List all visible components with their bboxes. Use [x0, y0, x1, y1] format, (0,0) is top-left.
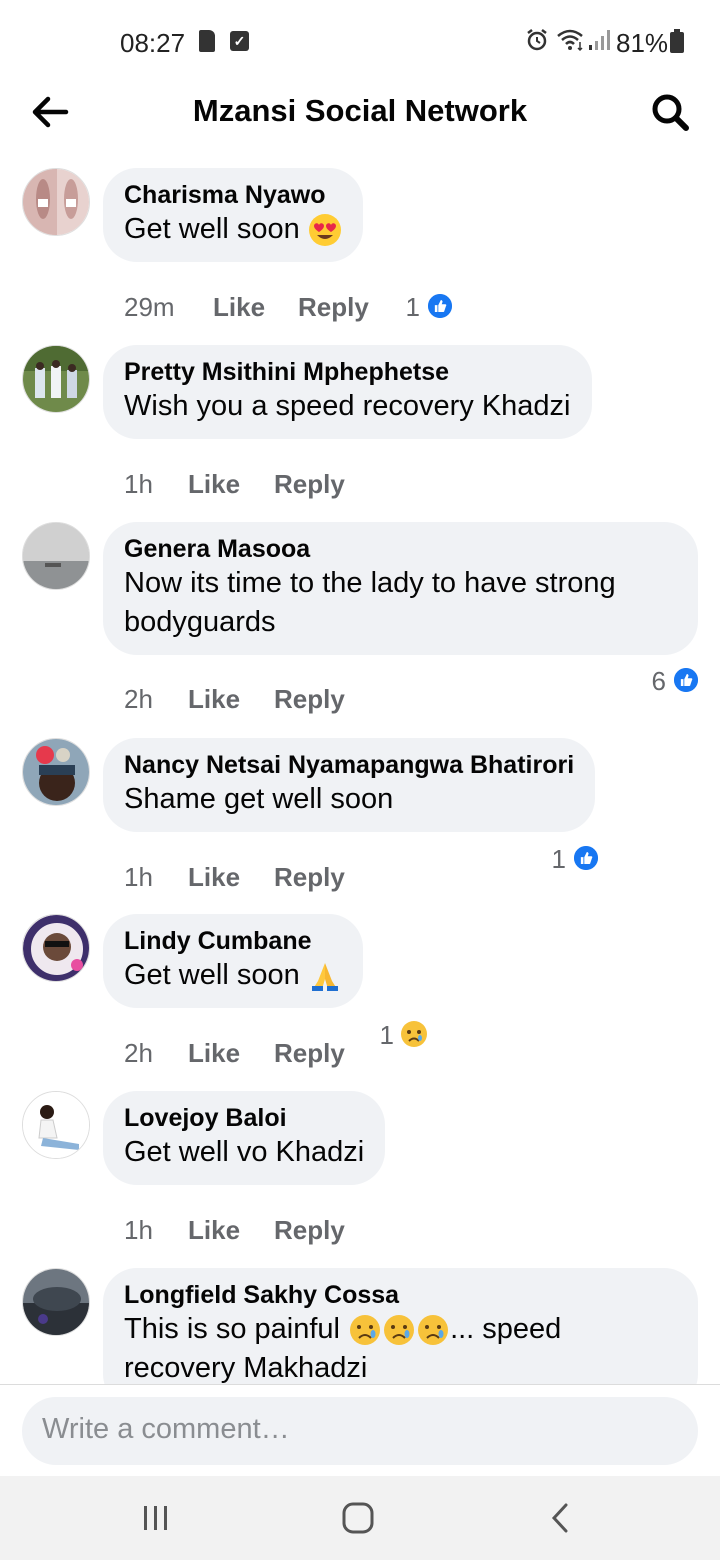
recent-apps-icon[interactable]	[138, 1502, 174, 1534]
sad-tear-emoji-icon	[384, 1315, 415, 1346]
status-time: 08:27	[120, 28, 186, 58]
nav-back-icon[interactable]	[546, 1500, 574, 1536]
reply-button[interactable]: Reply	[274, 684, 345, 715]
sad-reaction-icon	[401, 1021, 427, 1047]
comments-list: Charisma Nyawo Get well soon 29m Like Re…	[0, 150, 720, 1384]
commenter-name[interactable]: Nancy Netsai Nyamapangwa Bhatirori	[124, 750, 574, 780]
comment-text: Now its time to the lady to have strong …	[124, 567, 616, 638]
sd-card-icon	[199, 30, 215, 52]
reaction-summary[interactable]: 1	[546, 844, 600, 876]
like-button[interactable]: Like	[188, 1215, 240, 1246]
comment-actions: 1h Like Reply	[124, 862, 424, 902]
like-reaction-icon	[572, 844, 600, 872]
comment-bubble[interactable]: Lovejoy Baloi Get well vo Khadzi	[103, 1091, 386, 1185]
battery-icon	[670, 29, 684, 53]
comment-actions: 1h Like Reply	[124, 469, 424, 509]
commenter-name[interactable]: Longfield Sakhy Cossa	[124, 1280, 677, 1310]
comment-time: 2h	[124, 684, 153, 714]
comment-text: Wish you a speed recovery Khadzi	[124, 390, 571, 422]
reply-button[interactable]: Reply	[298, 292, 369, 323]
reply-button[interactable]: Reply	[274, 1038, 345, 1069]
comment-bubble[interactable]: Pretty Msithini Mphephetse Wish you a sp…	[103, 345, 592, 439]
reaction-count: 1	[379, 1020, 394, 1050]
comment-composer: Write a comment…	[0, 1384, 720, 1476]
like-reaction-icon	[672, 666, 700, 694]
reply-button[interactable]: Reply	[274, 862, 345, 893]
commenter-name[interactable]: Charisma Nyawo	[124, 180, 342, 210]
check-notification-icon: ✓	[230, 31, 249, 51]
comment-text: Shame get well soon	[124, 783, 394, 815]
avatar[interactable]	[22, 1268, 90, 1336]
comment-input-placeholder: Write a comment…	[42, 1413, 290, 1445]
like-button[interactable]: Like	[188, 469, 240, 500]
comment-text: Get well soon	[124, 956, 342, 995]
like-button[interactable]: Like	[213, 292, 265, 323]
avatar[interactable]	[22, 522, 90, 590]
comment-text-line2: recovery Makhadzi	[124, 1352, 368, 1384]
avatar[interactable]	[22, 914, 90, 982]
avatar[interactable]	[22, 168, 90, 236]
reaction-summary[interactable]: 1	[374, 1020, 428, 1052]
status-bar: 08:27 ✓ 81%	[0, 0, 720, 80]
commenter-name[interactable]: Lindy Cumbane	[124, 926, 342, 956]
alarm-icon	[527, 29, 547, 51]
like-button[interactable]: Like	[188, 684, 240, 715]
comment-bubble[interactable]: Charisma Nyawo Get well soon	[103, 168, 363, 262]
battery-percent: 81%	[616, 28, 669, 58]
comment-bubble[interactable]: Nancy Netsai Nyamapangwa Bhatirori Shame…	[103, 738, 596, 832]
comment-text: This is so painful ... speed	[124, 1310, 677, 1349]
sad-tear-emoji-icon	[350, 1315, 381, 1346]
comment-time: 29m	[124, 292, 175, 322]
reply-button[interactable]: Reply	[274, 469, 345, 500]
commenter-name[interactable]: Lovejoy Baloi	[124, 1103, 364, 1133]
comment-actions: 2h Like Reply	[124, 684, 424, 724]
comment-time: 1h	[124, 1215, 153, 1245]
avatar[interactable]	[22, 1091, 90, 1159]
comment-time: 1h	[124, 862, 153, 892]
like-button[interactable]: Like	[188, 862, 240, 893]
comment-bubble[interactable]: Genera Masooa Now its time to the lady t…	[103, 522, 698, 655]
signal-icon	[589, 30, 610, 50]
comment-actions: 1h Like Reply	[124, 1215, 424, 1255]
comment-text-content: Get well soon	[124, 213, 300, 245]
reaction-count: 1	[551, 844, 566, 874]
reaction-count: 1	[405, 292, 420, 322]
reaction-count: 6	[651, 666, 666, 696]
sad-tear-emoji-icon	[418, 1315, 449, 1346]
reaction-summary[interactable]: 1	[400, 292, 454, 324]
comment-text-content: This is so painful	[124, 1313, 340, 1345]
search-icon[interactable]	[648, 90, 692, 134]
comment-text-content: Get well soon	[124, 959, 300, 991]
app-header: Mzansi Social Network	[0, 80, 720, 150]
comment-bubble[interactable]: Longfield Sakhy Cossa This is so painful	[103, 1268, 698, 1384]
comment-time: 1h	[124, 469, 153, 499]
page-title: Mzansi Social Network	[192, 93, 528, 128]
avatar[interactable]	[22, 738, 90, 806]
reaction-summary[interactable]: 6	[646, 666, 700, 698]
comment-bubble[interactable]: Lindy Cumbane Get well soon	[103, 914, 363, 1008]
folded-hands-emoji-icon	[311, 963, 338, 992]
home-icon[interactable]	[340, 1500, 376, 1536]
like-button[interactable]: Like	[188, 1038, 240, 1069]
avatar[interactable]	[22, 345, 90, 413]
comment-actions: 29m Like Reply	[124, 292, 424, 332]
like-reaction-icon	[426, 292, 454, 320]
comment-text: Get well soon	[124, 210, 342, 249]
comment-input[interactable]: Write a comment…	[22, 1397, 698, 1465]
system-nav-bar	[0, 1476, 720, 1560]
reply-button[interactable]: Reply	[274, 1215, 345, 1246]
comment-text-content: ... speed	[450, 1313, 562, 1345]
commenter-name[interactable]: Genera Masooa	[124, 534, 677, 564]
wifi-icon	[557, 29, 583, 52]
comment-text: Get well vo Khadzi	[124, 1136, 365, 1168]
commenter-name[interactable]: Pretty Msithini Mphephetse	[124, 357, 571, 387]
comment-time: 2h	[124, 1038, 153, 1068]
heart-eyes-emoji-icon	[308, 214, 341, 247]
